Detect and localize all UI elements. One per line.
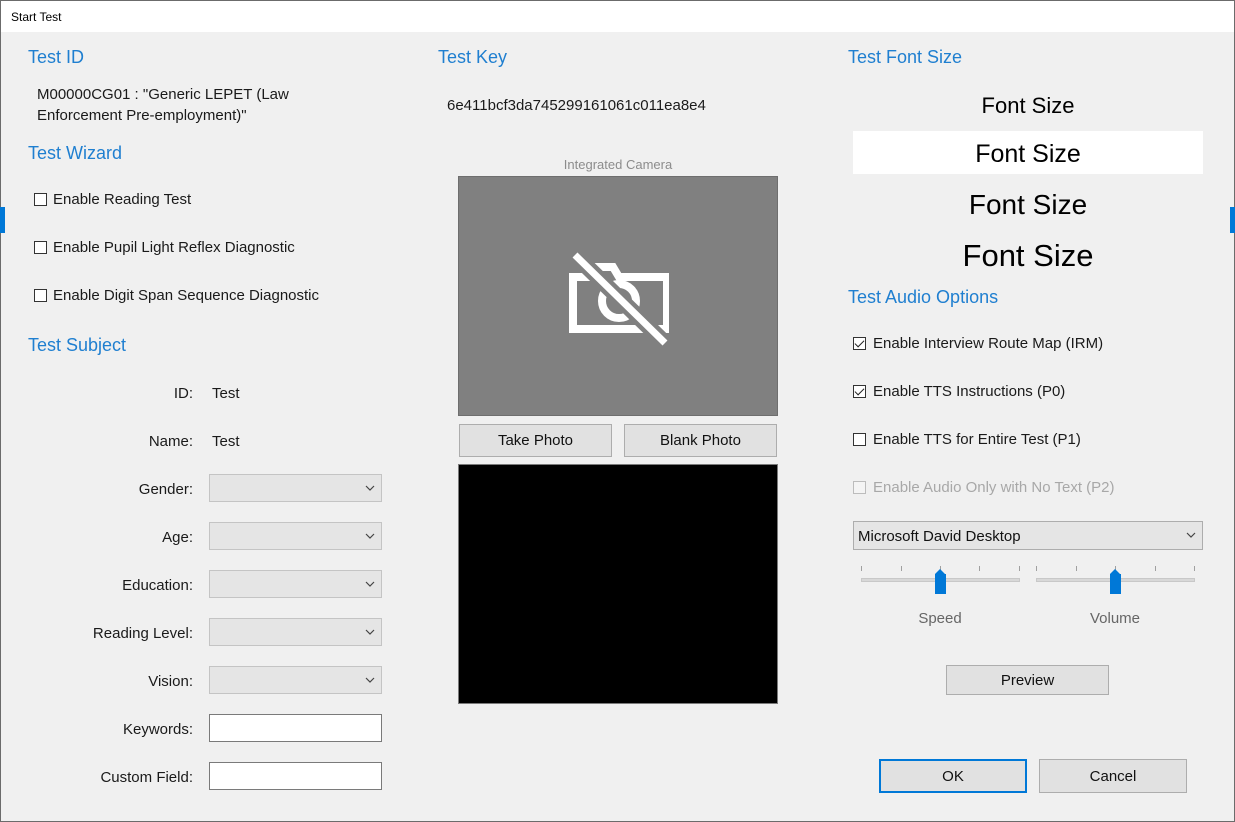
tts-instructions-label: Enable TTS Instructions (P0): [873, 383, 1066, 400]
chevron-down-icon: [365, 581, 375, 587]
window-title: Start Test: [11, 10, 62, 24]
chevron-down-icon: [365, 533, 375, 539]
tts-instructions-checkbox[interactable]: [853, 385, 866, 398]
test-key-heading: Test Key: [438, 47, 508, 67]
cancel-button[interactable]: Cancel: [1039, 759, 1187, 793]
keywords-label: Keywords:: [122, 721, 193, 738]
font-size-option-small[interactable]: Font Size: [853, 90, 1203, 124]
age-select[interactable]: [209, 522, 382, 550]
gender-label: Gender:: [138, 481, 193, 498]
test-key-value: 6e411bcf3da745299161061c011ea8e4: [447, 97, 706, 114]
ok-button[interactable]: OK: [879, 759, 1027, 793]
education-label: Education:: [122, 577, 193, 594]
education-select[interactable]: [209, 570, 382, 598]
audio-only-checkbox: [853, 481, 866, 494]
pupil-reflex-label: Enable Pupil Light Reflex Diagnostic: [53, 239, 295, 256]
camera-label: Integrated Camera: [563, 157, 673, 172]
tts-entire-test-checkbox[interactable]: [853, 433, 866, 446]
right-edge-marker: [1230, 207, 1235, 233]
chevron-down-icon: [1186, 532, 1196, 538]
test-wizard-heading: Test Wizard: [28, 143, 123, 163]
chevron-down-icon: [365, 677, 375, 683]
tts-entire-test-label: Enable TTS for Entire Test (P1): [873, 431, 1081, 448]
volume-thumb[interactable]: [1110, 569, 1121, 594]
test-id-heading: Test ID: [28, 47, 85, 67]
pupil-reflex-checkbox[interactable]: [34, 241, 47, 254]
digit-span-checkbox[interactable]: [34, 289, 47, 302]
age-label: Age:: [162, 529, 193, 546]
audio-only-label: Enable Audio Only with No Text (P2): [873, 479, 1115, 496]
speed-label: Speed: [918, 610, 962, 627]
subject-id-label: ID:: [173, 385, 193, 402]
volume-tick: [1036, 566, 1037, 571]
preview-button[interactable]: Preview: [946, 665, 1109, 695]
test-font-size-heading: Test Font Size: [848, 47, 963, 67]
blank-photo-button[interactable]: Blank Photo: [624, 424, 777, 457]
irm-label: Enable Interview Route Map (IRM): [873, 335, 1104, 352]
take-photo-button[interactable]: Take Photo: [459, 424, 612, 457]
gender-select[interactable]: [209, 474, 382, 502]
subject-name-label: Name:: [148, 433, 193, 450]
test-subject-heading: Test Subject: [28, 335, 127, 355]
camera-preview: [458, 176, 778, 416]
test-id-line1: M00000CG01 : "Generic LEPET (Law: [37, 86, 289, 103]
font-size-option-xlarge[interactable]: Font Size: [853, 233, 1203, 279]
reading-test-label: Enable Reading Test: [53, 191, 192, 208]
keywords-input[interactable]: [209, 714, 382, 742]
custom-field-input[interactable]: [209, 762, 382, 790]
vision-label: Vision:: [148, 673, 193, 690]
volume-tick: [1155, 566, 1156, 571]
reading-level-select[interactable]: [209, 618, 382, 646]
volume-label: Volume: [1089, 610, 1141, 627]
font-size-option-large[interactable]: Font Size: [853, 183, 1203, 227]
font-size-option-selected[interactable]: Font Size: [853, 131, 1203, 174]
voice-select-value: Microsoft David Desktop: [858, 528, 1021, 545]
volume-tick: [1076, 566, 1077, 571]
reading-level-label: Reading Level:: [92, 625, 193, 642]
speed-tick: [901, 566, 902, 571]
irm-checkbox[interactable]: [853, 337, 866, 350]
subject-name-value: Test: [212, 433, 240, 450]
speed-tick: [1019, 566, 1020, 571]
speed-tick: [861, 566, 862, 571]
camera-off-icon: [569, 249, 669, 349]
left-edge-marker: [0, 207, 5, 233]
vision-select[interactable]: [209, 666, 382, 694]
digit-span-label: Enable Digit Span Sequence Diagnostic: [53, 287, 320, 304]
reading-test-checkbox[interactable]: [34, 193, 47, 206]
subject-id-value: Test: [212, 385, 240, 402]
test-id-line2: Enforcement Pre-employment)": [37, 107, 247, 124]
speed-thumb[interactable]: [935, 569, 946, 594]
audio-options-heading: Test Audio Options: [848, 287, 999, 307]
speed-tick: [979, 566, 980, 571]
chevron-down-icon: [365, 629, 375, 635]
volume-tick: [1194, 566, 1195, 571]
voice-select[interactable]: Microsoft David Desktop: [853, 521, 1203, 550]
chevron-down-icon: [365, 485, 375, 491]
custom-field-label: Custom Field:: [100, 769, 193, 786]
photo-preview: [458, 464, 778, 704]
title-bar: Start Test: [1, 1, 1234, 32]
